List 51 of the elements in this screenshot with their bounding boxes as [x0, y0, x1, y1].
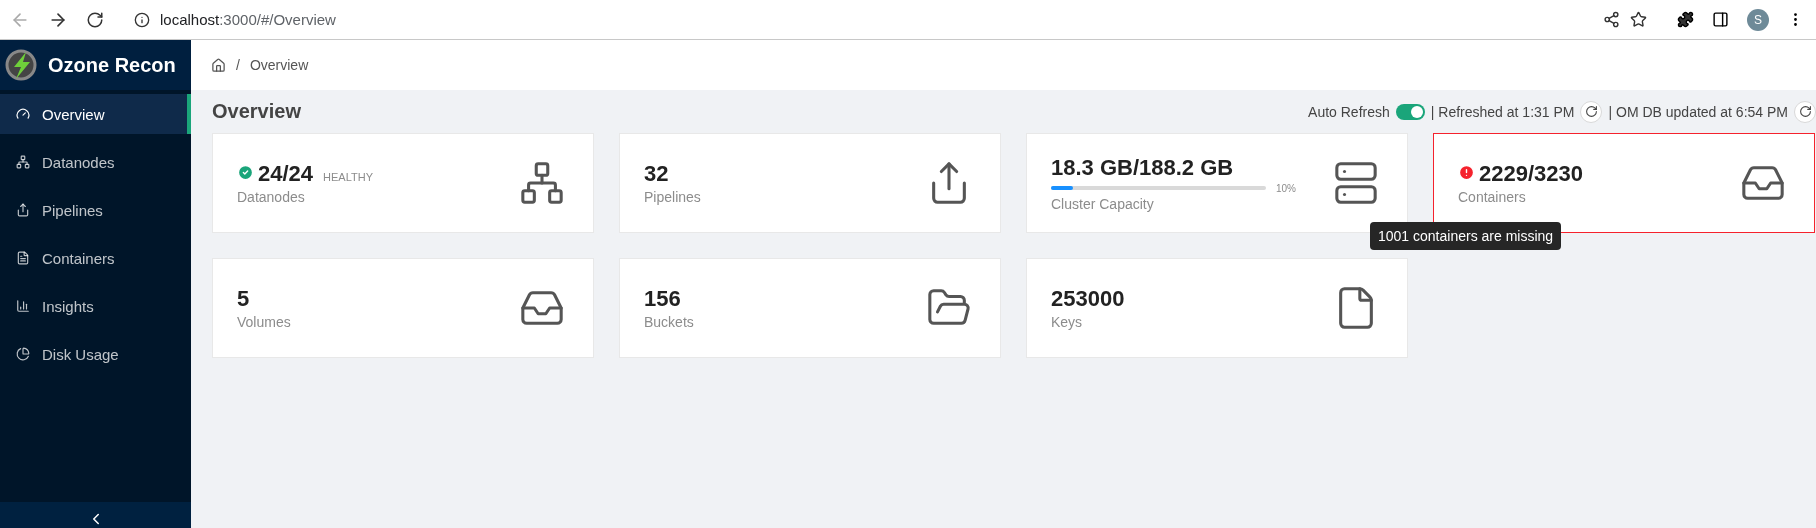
refresh-icon [1585, 105, 1598, 118]
refresh-button[interactable] [1580, 100, 1603, 123]
sidebar-item[interactable]: Containers [0, 238, 191, 278]
sidebar-item[interactable]: Datanodes [0, 142, 191, 182]
status-text: HEALTHY [323, 171, 373, 183]
stat-value: 24/24 [258, 161, 314, 187]
menu-item-icon [16, 107, 30, 121]
breadcrumb-item: Overview [249, 57, 309, 73]
sidebar-item[interactable]: Overview [0, 94, 191, 134]
app-title: Ozone Recon [48, 53, 176, 77]
url-text: localhost:3000/#/Overview [160, 11, 336, 28]
stat-value: 2229/3230 [1479, 161, 1583, 187]
menu-item-icon [16, 251, 30, 265]
tooltip: 1001 containers are missing [1370, 222, 1562, 250]
share-icon[interactable] [1603, 11, 1620, 28]
menu-item-icon [16, 155, 30, 169]
stat-value: 156 [644, 286, 681, 312]
auto-refresh-label: Auto Refresh [1308, 103, 1390, 120]
stat-label: Volumes [237, 314, 291, 330]
refresh-icon [1798, 105, 1812, 118]
stat-label: Containers [1458, 189, 1527, 205]
reload-icon[interactable] [86, 10, 104, 29]
stat-value: 32 [644, 161, 669, 187]
stat-value: 5 [237, 286, 250, 312]
stat-label: Pipelines [644, 189, 701, 205]
stat-label: Keys [1051, 314, 1084, 330]
stat-value: 18.3 GB/188.2 GB [1051, 154, 1234, 181]
auto-refresh-switch[interactable] [1395, 103, 1425, 120]
stat-label: Cluster Capacity [1051, 195, 1155, 212]
breadcrumb-separator: / [236, 57, 240, 73]
lightning-logo-icon [4, 48, 38, 82]
refreshed-text: | Refreshed at 1:31 PM [1430, 103, 1575, 120]
sidebar-item[interactable]: Disk Usage [0, 334, 191, 374]
stat-label: Datanodes [237, 189, 306, 205]
menu-item-icon [16, 299, 30, 313]
avatar[interactable]: S [1747, 8, 1769, 31]
home-icon[interactable] [211, 57, 226, 73]
om-updated-text: | OM DB updated at 6:54 PM [1608, 103, 1788, 120]
sidebar-item[interactable]: Insights [0, 286, 191, 326]
stat-label: Buckets [644, 314, 694, 330]
page-title: Overview [212, 100, 301, 123]
stat-value: 253000 [1051, 286, 1125, 312]
extensions-icon[interactable] [1677, 11, 1694, 28]
menu-item-icon [16, 347, 30, 361]
info-icon[interactable] [134, 11, 150, 28]
side-panel-icon[interactable] [1712, 11, 1729, 28]
sidebar-item[interactable]: Pipelines [0, 190, 191, 230]
capacity-percent: 10% [1276, 182, 1296, 194]
star-icon[interactable] [1630, 11, 1647, 28]
menu-item-icon [16, 203, 30, 217]
refresh-button[interactable] [1794, 100, 1816, 123]
